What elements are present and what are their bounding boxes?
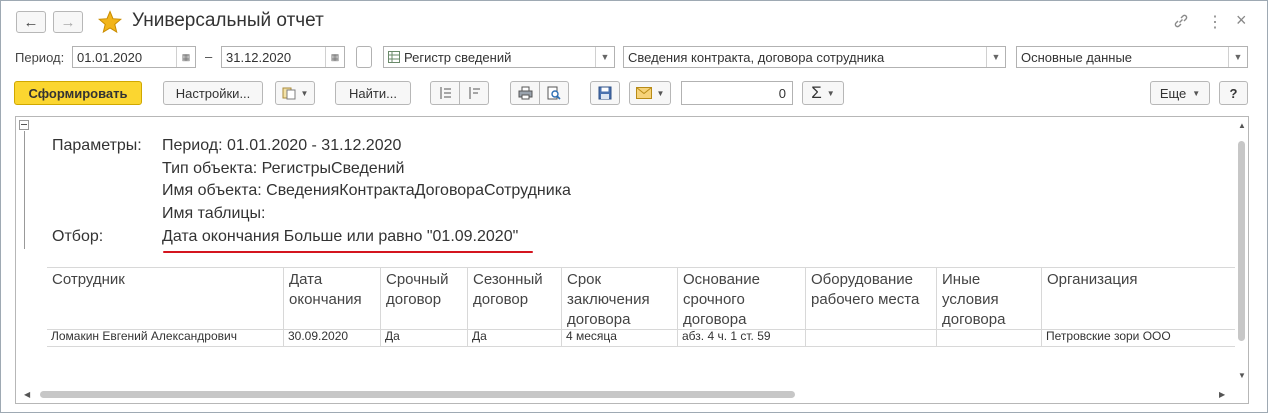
sum-button[interactable]: Σ ▼ [802,81,844,105]
param-object-name: Имя объекта: СведенияКонтрактаДоговораСо… [162,182,571,199]
column-header: Оборудование рабочего места [805,268,936,329]
column-header: Организация [1041,268,1235,329]
param-period: Период: 01.01.2020 - 31.12.2020 [162,137,402,154]
scroll-up-icon[interactable]: ▲ [1238,121,1246,130]
date-to-value: 31.12.2020 [226,50,292,65]
chevron-down-icon[interactable]: ▼ [1228,47,1247,67]
date-from-field[interactable]: 01.01.2020 ▦ [72,46,196,68]
variants-button[interactable]: ▼ [275,81,315,105]
expand-icon [440,87,451,99]
table-cell[interactable] [805,328,936,346]
collapse-icon [469,87,480,99]
more-button[interactable]: Еще ▼ [1150,81,1210,105]
chevron-down-icon[interactable]: ▼ [595,47,614,67]
expand-groups-button[interactable] [430,81,460,105]
parameters-label: Параметры: [52,137,142,154]
window-title: Универсальный отчет [132,10,324,31]
chevron-down-icon: ▼ [656,88,665,98]
report-window: ← → Универсальный отчет ⋮ × Период: 01.0… [0,0,1268,413]
table-header: Сотрудник Дата окончания Срочный договор Се… [47,267,1235,330]
table-cell[interactable]: 30.09.2020 [283,328,380,346]
sigma-icon: Σ [811,83,822,102]
param-object-type: Тип объекта: РегистрыСведений [162,160,405,177]
collapse-group-icon[interactable] [19,120,29,130]
object-name-value: Сведения контракта, договора сотрудника [628,50,885,65]
register-icon [388,51,400,63]
collapse-groups-button[interactable] [459,81,489,105]
date-to-field[interactable]: 31.12.2020 ▦ [221,46,345,68]
table-row[interactable]: Ломакин Евгений Александрович 30.09.2020 Д… [47,328,1235,347]
column-header: Дата окончания [283,268,380,329]
column-header: Иные условия договора [936,268,1041,329]
chevron-down-icon[interactable]: ▼ [986,47,1005,67]
scroll-left-icon[interactable]: ◀ [24,390,30,399]
table-cell[interactable]: 4 месяца [561,328,677,346]
horizontal-scrollbar[interactable]: ◀ ▶ [16,388,1235,402]
print-preview-icon [547,86,561,100]
filter-condition: Дата окончания Больше или равно "01.09.2… [162,228,519,245]
help-button[interactable]: ? [1219,81,1248,105]
more-button-label: Еще [1159,85,1187,101]
column-header: Срочный договор [380,268,467,329]
period-select-button[interactable] [356,46,372,68]
more-vertical-icon[interactable]: ⋮ [1207,12,1223,32]
printer-icon [518,86,532,100]
horizontal-scroll-thumb[interactable] [40,391,795,398]
arrow-right-icon: → [60,13,76,31]
preview-button[interactable] [539,81,569,105]
table-select[interactable]: Основные данные ▼ [1016,46,1248,68]
link-icon[interactable] [1173,13,1189,29]
period-label: Период: [15,50,65,65]
param-table-name: Имя таблицы: [162,205,266,222]
sum-field[interactable]: 0 [681,81,793,105]
chevron-down-icon: ▼ [826,88,835,98]
scroll-right-icon[interactable]: ▶ [1219,390,1225,399]
envelope-icon [635,87,652,99]
date-separator: – [205,49,213,64]
table-cell[interactable]: абз. 4 ч. 1 ст. 59 [677,328,805,346]
column-header: Срок заключения договора [561,268,677,329]
vertical-scrollbar[interactable]: ▲ ▼ [1235,117,1247,387]
favorite-star-icon[interactable] [98,10,122,34]
calendar-icon[interactable]: ▦ [176,47,195,67]
print-button[interactable] [510,81,540,105]
table-cell[interactable]: Ломакин Евгений Александрович [47,328,283,346]
forward-button[interactable]: → [53,11,83,33]
find-button[interactable]: Найти... [335,81,411,105]
scroll-down-icon[interactable]: ▼ [1238,371,1246,380]
table-value: Основные данные [1021,50,1133,65]
settings-button[interactable]: Настройки... [163,81,263,105]
chevron-down-icon: ▼ [300,88,309,98]
floppy-disk-icon [598,86,612,100]
group-bracket [24,131,25,249]
table-cell[interactable]: Да [467,328,561,346]
report-document[interactable]: Параметры: Период: 01.01.2020 - 31.12.20… [15,116,1249,404]
table-cell[interactable] [936,328,1041,346]
back-button[interactable]: ← [16,11,46,33]
close-icon[interactable]: × [1236,10,1247,31]
object-name-select[interactable]: Сведения контракта, договора сотрудника … [623,46,1006,68]
arrow-left-icon: ← [23,13,39,31]
filter-red-underline [163,251,533,253]
generate-button[interactable]: Сформировать [14,81,142,105]
calendar-icon[interactable]: ▦ [325,47,344,67]
save-button[interactable] [590,81,620,105]
report-variants-icon [282,87,296,100]
date-from-value: 01.01.2020 [77,50,143,65]
column-header: Основание срочного договора [677,268,805,329]
object-type-value: Регистр сведений [404,50,512,65]
column-header: Сезонный договор [467,268,561,329]
vertical-scroll-thumb[interactable] [1238,141,1245,341]
table-cell[interactable]: Петровские зори ООО [1041,328,1235,346]
column-header: Сотрудник [52,271,125,288]
filter-label: Отбор: [52,228,104,245]
chevron-down-icon: ▼ [1192,88,1201,98]
table-cell[interactable]: Да [380,328,467,346]
object-type-select[interactable]: Регистр сведений ▼ [383,46,615,68]
send-email-button[interactable]: ▼ [629,81,671,105]
